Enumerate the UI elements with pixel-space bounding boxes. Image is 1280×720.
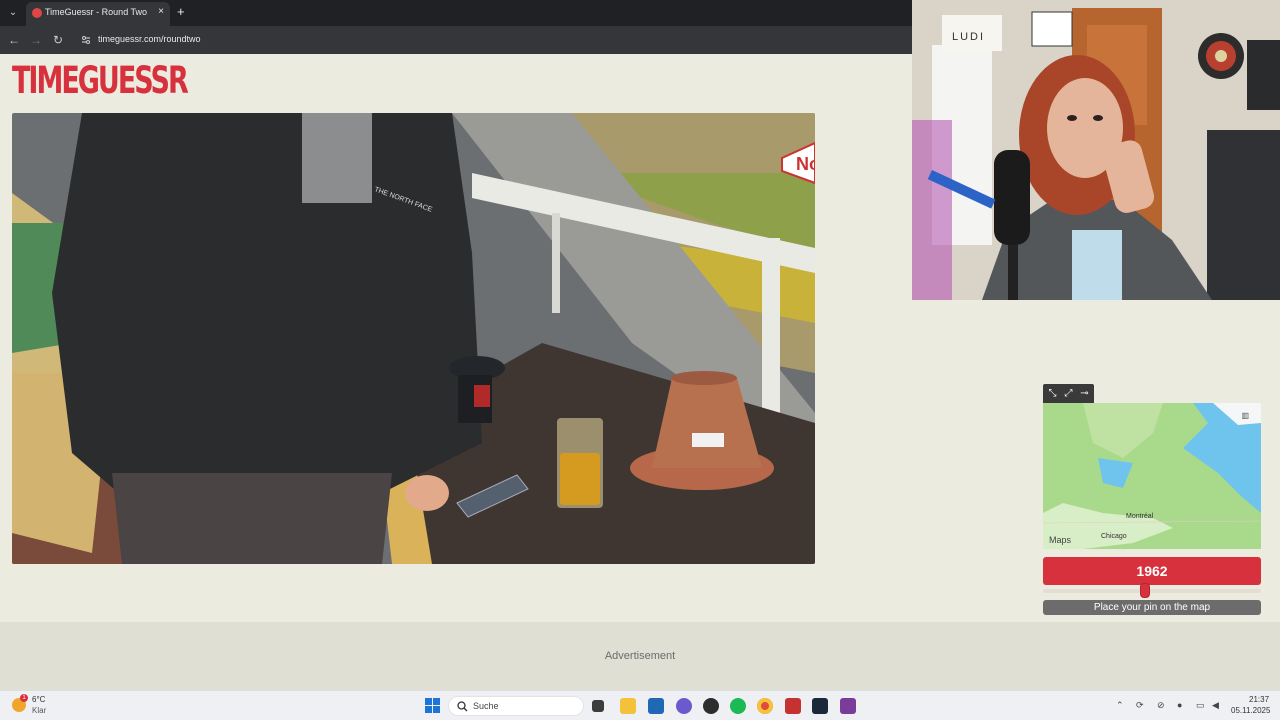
- advertisement-band: Advertisement: [0, 622, 1280, 690]
- place-pin-button[interactable]: Place your pin on the map: [1043, 600, 1261, 615]
- map-label-chicago: Chicago: [1101, 533, 1127, 540]
- year-display: 1962: [1043, 557, 1261, 585]
- tray-microphone-icon[interactable]: ●: [1177, 700, 1182, 710]
- photo-sign-text: No: [796, 154, 815, 174]
- maps-app-icon[interactable]: [840, 698, 856, 714]
- search-placeholder: Suche: [473, 701, 499, 711]
- round-photo-image: No THE NORTH FACE: [12, 113, 815, 564]
- tray-display-icon[interactable]: ▭: [1196, 700, 1205, 711]
- year-slider-thumb[interactable]: [1140, 583, 1150, 598]
- steam-icon[interactable]: [812, 698, 828, 714]
- logo-text: TIMEGUESSR: [12, 59, 189, 103]
- tray-network-off-icon[interactable]: ⊘: [1157, 700, 1165, 711]
- map-shrink-icon[interactable]: ⤢: [1062, 387, 1075, 400]
- clock-date[interactable]: 05.11.2025: [1231, 706, 1270, 715]
- map-canvas: [1043, 403, 1261, 549]
- windows-taskbar: 1 6°C Klar Suche ⌃ ⟳ ⊘ ● ▭ ◀ 21:37 05.11…: [0, 690, 1280, 720]
- tab-title: TimeGuessr - Round Two: [45, 7, 148, 17]
- taskbar-search-input[interactable]: Suche: [448, 696, 584, 716]
- spotify-icon[interactable]: [730, 698, 746, 714]
- map-label-montreal: Montréal: [1126, 513, 1154, 520]
- browser-toolbar: ← → ↻ timeguessr.com/roundtwo: [0, 26, 912, 54]
- clock-time[interactable]: 21:37: [1249, 695, 1269, 704]
- advertisement-label: Advertisement: [604, 650, 676, 662]
- browser-tab-active[interactable]: TimeGuessr - Round Two ×: [26, 2, 170, 26]
- close-tab-icon[interactable]: ×: [158, 6, 164, 17]
- apple-maps-brand: Maps: [1049, 535, 1071, 545]
- search-icon: [457, 701, 468, 712]
- timeguessr-logo[interactable]: TIMEGUESSR: [12, 59, 189, 103]
- webcam-overlay: LUDI: [912, 0, 1280, 300]
- tab-search-menu-icon[interactable]: ⌄: [4, 4, 22, 22]
- microsoft-store-icon[interactable]: [648, 698, 664, 714]
- file-explorer-icon[interactable]: [620, 698, 636, 714]
- map-expand-icon[interactable]: ⤡: [1046, 387, 1059, 400]
- streamer-tool-icon[interactable]: [785, 698, 801, 714]
- map-layers-icon[interactable]: ▥: [1241, 411, 1249, 420]
- task-view-icon[interactable]: [592, 700, 604, 712]
- map-toolbar: ⤡ ⤢ ⊸: [1043, 384, 1094, 403]
- site-info-icon[interactable]: [80, 34, 92, 46]
- map-pin-icon[interactable]: ⊸: [1078, 387, 1091, 400]
- weather-condition[interactable]: Klar: [32, 706, 46, 715]
- guess-map[interactable]: Montréal Chicago Maps ▥: [1043, 403, 1261, 549]
- back-icon[interactable]: ←: [6, 32, 22, 48]
- windows-start-icon[interactable]: [425, 698, 440, 713]
- year-slider-track[interactable]: [1043, 589, 1261, 593]
- timeguessr-favicon-icon: [32, 8, 42, 18]
- chrome-icon[interactable]: [757, 698, 773, 714]
- weather-badge: 1: [20, 694, 28, 702]
- tray-sync-icon[interactable]: ⟳: [1136, 700, 1144, 711]
- tray-volume-icon[interactable]: ◀: [1212, 700, 1219, 711]
- reload-icon[interactable]: ↻: [50, 32, 66, 48]
- url-text: timeguessr.com/roundtwo: [98, 34, 201, 44]
- maps-brand-text: Maps: [1049, 535, 1072, 545]
- discord-icon[interactable]: [676, 698, 692, 714]
- webcam-sign-text: LUDI: [952, 31, 985, 43]
- weather-temperature[interactable]: 6°C: [32, 695, 45, 704]
- obs-icon[interactable]: [703, 698, 719, 714]
- tray-overflow-icon[interactable]: ⌃: [1116, 700, 1124, 711]
- round-photo: No THE NORTH FACE: [12, 113, 815, 564]
- forward-icon[interactable]: →: [28, 32, 44, 48]
- webcam-video-image: LUDI: [912, 0, 1280, 300]
- new-tab-button[interactable]: +: [177, 4, 185, 20]
- browser-tab-bar: ⌄ TimeGuessr - Round Two × +: [0, 0, 912, 26]
- address-bar[interactable]: timeguessr.com/roundtwo: [76, 29, 906, 51]
